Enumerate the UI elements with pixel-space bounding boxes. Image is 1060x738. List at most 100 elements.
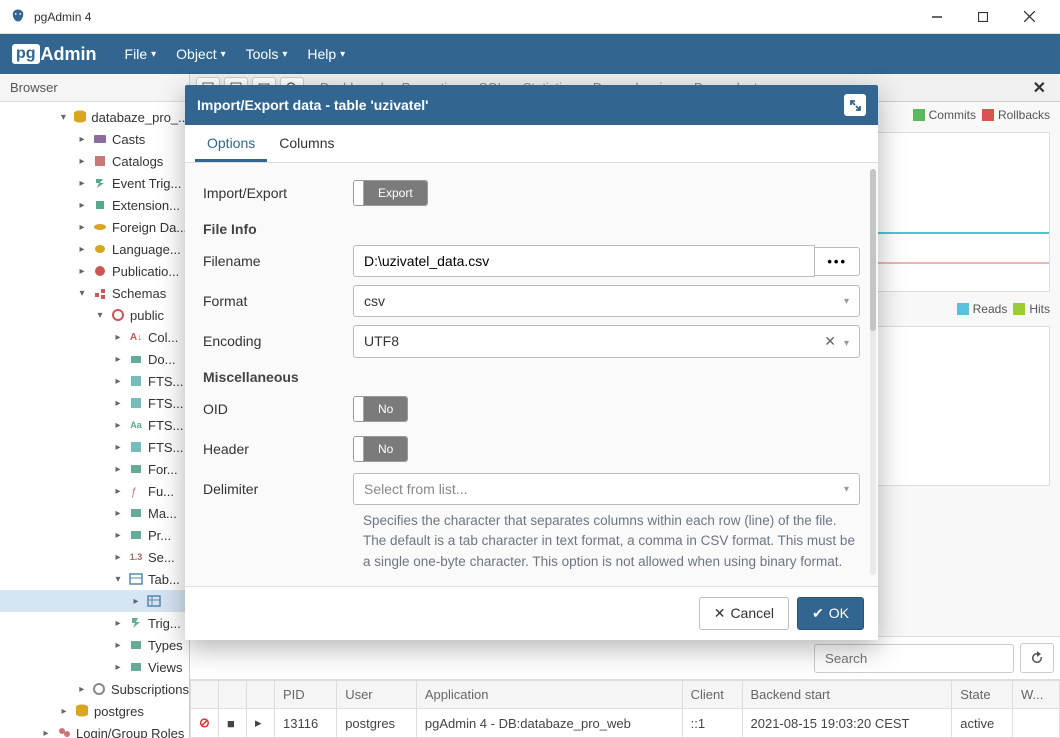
tree-extensions[interactable]: ▸Extension... — [0, 194, 189, 216]
legend-hits: Hits — [1013, 302, 1050, 316]
search-input[interactable] — [814, 644, 1014, 673]
fts-config-icon — [128, 373, 144, 389]
maximize-dialog-icon[interactable] — [844, 94, 866, 116]
database-icon — [73, 109, 88, 125]
tree-subscriptions[interactable]: ▸Subscriptions — [0, 678, 189, 700]
header-label: Header — [203, 441, 353, 457]
check-icon: ✔ — [812, 605, 824, 622]
sessions-table: PID User Application Client Backend star… — [190, 680, 1060, 738]
refresh-button[interactable] — [1020, 643, 1054, 673]
dialog-title: Import/Export data - table 'uzivatel' — [197, 97, 844, 113]
tree-fts-template[interactable]: ▸FTS... — [0, 436, 189, 458]
procedures-icon — [128, 527, 144, 543]
col-backend-start[interactable]: Backend start — [742, 681, 952, 709]
chevron-down-icon: ▾ — [844, 296, 849, 307]
tab-options[interactable]: Options — [195, 125, 267, 162]
tree-views[interactable]: ▸Views — [0, 656, 189, 678]
tree-foreign-tables[interactable]: ▸For... — [0, 458, 189, 480]
menubar: pgAdmin File▾ Object▾ Tools▾ Help▾ — [0, 34, 1060, 74]
col-application[interactable]: Application — [416, 681, 682, 709]
terminate-icon[interactable]: ⊘ — [199, 715, 210, 730]
browse-button[interactable]: ••• — [815, 247, 860, 276]
tree-sequences[interactable]: ▸1.3Se... — [0, 546, 189, 568]
menu-tools[interactable]: Tools▾ — [236, 38, 298, 70]
tree-event-triggers[interactable]: ▸Event Trig... — [0, 172, 189, 194]
col-user[interactable]: User — [337, 681, 417, 709]
menu-file[interactable]: File▾ — [115, 38, 167, 70]
table-row[interactable]: ⊘ ■ ▸ 13116 postgres pgAdmin 4 - DB:data… — [191, 709, 1060, 738]
domains-icon — [128, 351, 144, 367]
tree-login-roles[interactable]: ▸Login/Group Roles — [0, 722, 189, 738]
schemas-icon — [92, 285, 108, 301]
clear-icon[interactable]: ✕ — [824, 333, 836, 349]
tree-fts-dict[interactable]: ▸FTS... — [0, 392, 189, 414]
tree-domains[interactable]: ▸Do... — [0, 348, 189, 370]
dialog-header[interactable]: Import/Export data - table 'uzivatel' — [185, 85, 878, 125]
tree-table-uzivatel[interactable]: ▸ — [0, 590, 189, 612]
tree-schema-public[interactable]: ▾public — [0, 304, 189, 326]
tree-catalogs[interactable]: ▸Catalogs — [0, 150, 189, 172]
panel-close-icon[interactable]: ✕ — [1033, 78, 1046, 98]
tree-functions[interactable]: ▸ƒFu... — [0, 480, 189, 502]
tree-types[interactable]: ▸Types — [0, 634, 189, 656]
fts-parser-icon: Aa — [128, 417, 144, 433]
tree-casts[interactable]: ▸Casts — [0, 128, 189, 150]
tree-tables[interactable]: ▾Tab... — [0, 568, 189, 590]
oid-toggle[interactable]: No — [353, 396, 408, 422]
close-button[interactable] — [1006, 1, 1052, 33]
chevron-down-icon: ▾ — [844, 484, 849, 495]
tree-schemas[interactable]: ▾Schemas — [0, 282, 189, 304]
header-toggle[interactable]: No — [353, 436, 408, 462]
roles-icon — [56, 725, 72, 738]
dialog-footer: ✕Cancel ✔OK — [185, 586, 878, 640]
database-icon — [74, 703, 90, 719]
menu-help[interactable]: Help▾ — [297, 38, 355, 70]
menu-object[interactable]: Object▾ — [166, 38, 236, 70]
tree-database[interactable]: ▾databaze_pro_... — [0, 106, 189, 128]
oid-label: OID — [203, 401, 353, 417]
views-icon — [128, 659, 144, 675]
cancel-button[interactable]: ✕Cancel — [699, 597, 789, 630]
types-icon — [128, 637, 144, 653]
schema-icon — [110, 307, 126, 323]
col-state[interactable]: State — [952, 681, 1013, 709]
encoding-select[interactable]: UTF8✕▾ — [353, 325, 860, 358]
maximize-button[interactable] — [960, 1, 1006, 33]
filename-input[interactable] — [353, 245, 815, 277]
tree-foreign-dw[interactable]: ▸Foreign Da... — [0, 216, 189, 238]
format-select[interactable]: csv▾ — [353, 285, 860, 317]
delimiter-select[interactable]: Select from list...▾ — [353, 473, 860, 505]
tree-fts-config[interactable]: ▸FTS... — [0, 370, 189, 392]
subscriptions-icon — [92, 681, 107, 697]
window-titlebar: pgAdmin 4 — [0, 0, 1060, 34]
tree-trigger-functions[interactable]: ▸Trig... — [0, 612, 189, 634]
browser-header: Browser — [0, 74, 189, 102]
delimiter-label: Delimiter — [203, 481, 353, 497]
foreign-tables-icon — [128, 461, 144, 477]
col-client[interactable]: Client — [682, 681, 742, 709]
tree-collations[interactable]: ▸A↓Col... — [0, 326, 189, 348]
tree-fts-parser[interactable]: ▸AaFTS... — [0, 414, 189, 436]
tree-procedures[interactable]: ▸Pr... — [0, 524, 189, 546]
extensions-icon — [92, 197, 108, 213]
ok-button[interactable]: ✔OK — [797, 597, 864, 630]
object-tree: ▾databaze_pro_... ▸Casts ▸Catalogs ▸Even… — [0, 102, 189, 738]
dialog-scrollbar[interactable] — [870, 169, 876, 575]
col-wait[interactable]: W... — [1012, 681, 1059, 709]
encoding-label: Encoding — [203, 333, 353, 349]
expand-row-icon[interactable]: ▸ — [255, 715, 262, 730]
filename-label: Filename — [203, 253, 353, 269]
import-export-toggle[interactable]: Export — [353, 180, 428, 206]
sessions-panel: PID User Application Client Backend star… — [190, 636, 1060, 738]
trigger-fn-icon — [128, 615, 144, 631]
tree-publications[interactable]: ▸Publicatio... — [0, 260, 189, 282]
tree-materialized-views[interactable]: ▸Ma... — [0, 502, 189, 524]
cancel-icon[interactable]: ■ — [227, 716, 235, 731]
tree-postgres-db[interactable]: ▸postgres — [0, 700, 189, 722]
col-pid[interactable]: PID — [275, 681, 337, 709]
browser-panel: Browser ▾databaze_pro_... ▸Casts ▸Catalo… — [0, 74, 190, 738]
legend-commits: Commits — [913, 108, 976, 122]
tree-languages[interactable]: ▸Language... — [0, 238, 189, 260]
tab-columns[interactable]: Columns — [267, 125, 346, 162]
minimize-button[interactable] — [914, 1, 960, 33]
